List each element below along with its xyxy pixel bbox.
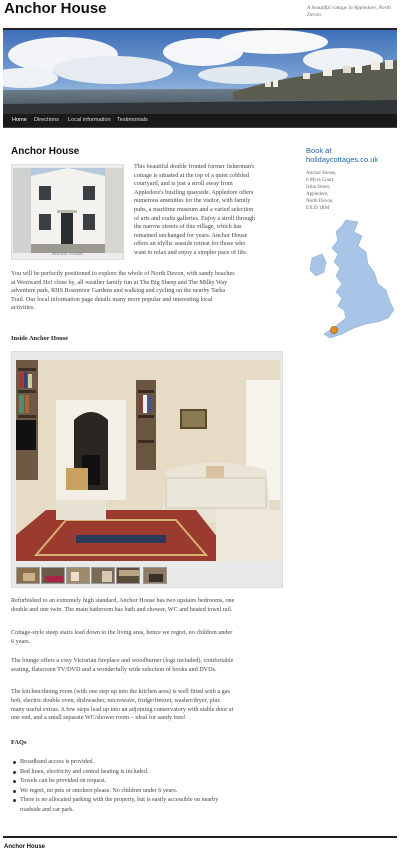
site-tagline: A beautiful cottage in Appledore, North … [307,5,391,18]
cottage-exterior-photo[interactable] [13,168,124,253]
inside-heading: Inside Anchor House [11,335,69,342]
faq-item: We regret, no pets or smokers please. No… [13,787,297,797]
location-marker-icon [330,326,338,334]
faq-item: There is no allocated parking with the p… [13,796,297,806]
cottage-photo-frame [11,164,124,260]
faq-item: Bed linen, electricity and central heati… [13,768,297,778]
interior-gallery [11,351,283,588]
hero-banner-image [3,28,397,115]
paragraph-lounge: The lounge offers a cosy Victorian firep… [11,657,234,673]
nav-home[interactable]: Home [12,117,27,123]
site-title[interactable]: Anchor House [4,0,107,17]
nav-local-information[interactable]: Local information [68,117,111,123]
uk-map-graphic [309,219,395,339]
gallery-thumb-5[interactable] [116,567,140,584]
photo-caption: Anchor house [52,251,83,257]
gallery-thumb-4[interactable] [91,567,115,584]
book-link[interactable]: Book at holidaycottages.co.uk [306,146,396,164]
nav-directions[interactable]: Directions [34,117,59,123]
paragraph-stairs: Cottage-style steep stairs lead down to … [11,629,233,645]
faq-heading: FAQs [11,739,27,746]
paragraph-kitchen: The kitchen/dining room (with one step u… [11,688,234,722]
sidebar-address: Anchor House, 6 Myra Court, Irsha Street… [306,171,337,212]
faq-item: Broadband access is provided. [13,758,297,768]
gallery-thumb-1[interactable] [16,567,40,584]
faq-item-continued: roadside and car park. [20,806,74,813]
gallery-thumb-3[interactable] [66,567,90,584]
faq-item: Towels can be provided on request. [13,777,297,787]
paragraph-refurbished: Refurbished to an extremely high standar… [11,597,235,613]
intro-text-continued: You will be perfectly positioned to expl… [11,270,235,312]
faq-list: Broadband access is provided. Bed linen,… [13,758,297,815]
interior-main-photo[interactable] [16,360,280,561]
main-nav: Home Directions Local information Testim… [3,114,397,128]
gallery-thumb-6[interactable] [143,567,167,584]
nav-testimonials[interactable]: Testimonials [117,117,148,123]
footer-site-name[interactable]: Anchor House [4,844,45,850]
gallery-thumb-2[interactable] [41,567,65,584]
page-title: Anchor House [11,146,80,157]
footer-divider [3,836,397,838]
intro-text: This beautiful double fronted former fis… [134,163,256,256]
uk-location-map[interactable] [308,218,398,342]
hero-panorama [3,30,397,115]
